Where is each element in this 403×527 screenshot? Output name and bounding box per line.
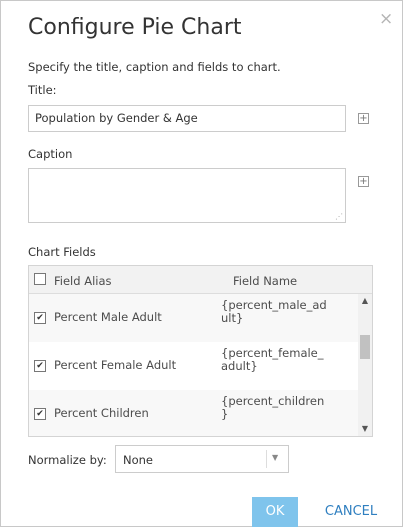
dialog-title: Configure Pie Chart bbox=[28, 15, 242, 40]
instruction-text: Specify the title, caption and fields to… bbox=[28, 60, 281, 74]
row-field-alias: Percent Male Adult bbox=[54, 310, 162, 324]
caption-textarea[interactable]: ⋰ bbox=[28, 168, 346, 223]
row-field-name: {percent_male_ad ult} bbox=[221, 298, 327, 325]
normalize-selected-value: None bbox=[123, 453, 154, 467]
title-label: Title: bbox=[28, 83, 57, 97]
scrollbar-thumb[interactable] bbox=[360, 335, 370, 359]
chart-fields-grid: Field Alias Field Name ✔ Percent Male Ad… bbox=[28, 265, 373, 437]
chart-fields-label: Chart Fields bbox=[28, 245, 96, 259]
check-icon: ✔ bbox=[36, 313, 44, 323]
normalize-select[interactable]: None ▼ bbox=[115, 445, 289, 473]
column-header-name[interactable]: Field Name bbox=[233, 274, 297, 288]
table-row[interactable]: ✔ Percent Female Adult {percent_female_ … bbox=[29, 342, 358, 390]
row-field-alias: Percent Female Adult bbox=[54, 358, 177, 372]
select-all-checkbox[interactable] bbox=[34, 273, 46, 285]
title-plus-icon[interactable]: + bbox=[358, 113, 369, 124]
row-checkbox[interactable]: ✔ bbox=[34, 360, 46, 372]
row-field-alias: Percent Children bbox=[54, 406, 149, 420]
close-icon[interactable]: × bbox=[379, 11, 393, 28]
row-checkbox[interactable]: ✔ bbox=[34, 408, 46, 420]
scroll-down-icon[interactable]: ▼ bbox=[358, 422, 372, 436]
grid-header: Field Alias Field Name bbox=[29, 266, 372, 294]
check-icon: ✔ bbox=[36, 361, 44, 371]
select-divider bbox=[266, 450, 267, 468]
normalize-label: Normalize by: bbox=[28, 453, 107, 467]
configure-pie-chart-dialog: Configure Pie Chart × Specify the title,… bbox=[0, 0, 403, 527]
ok-button[interactable]: OK bbox=[252, 497, 298, 527]
row-field-name: {percent_female_ adult} bbox=[221, 346, 324, 373]
row-checkbox[interactable]: ✔ bbox=[34, 312, 46, 324]
resize-grip-icon[interactable]: ⋰ bbox=[335, 213, 343, 221]
grid-rows: ✔ Percent Male Adult {percent_male_ad ul… bbox=[29, 294, 358, 436]
grid-scrollbar[interactable]: ▲ ▼ bbox=[358, 294, 372, 436]
scroll-up-icon[interactable]: ▲ bbox=[358, 294, 372, 308]
caption-plus-icon[interactable]: + bbox=[358, 176, 369, 187]
caption-label: Caption bbox=[28, 147, 73, 161]
chevron-down-icon: ▼ bbox=[272, 453, 279, 462]
title-input[interactable]: Population by Gender & Age bbox=[28, 105, 346, 132]
row-field-name: {percent_children } bbox=[221, 394, 325, 421]
check-icon: ✔ bbox=[36, 409, 44, 419]
table-row[interactable]: ✔ Percent Male Adult {percent_male_ad ul… bbox=[29, 294, 358, 342]
cancel-button[interactable]: CANCEL bbox=[316, 497, 386, 527]
column-header-alias[interactable]: Field Alias bbox=[54, 274, 112, 288]
table-row[interactable]: ✔ Percent Children {percent_children } bbox=[29, 390, 358, 436]
